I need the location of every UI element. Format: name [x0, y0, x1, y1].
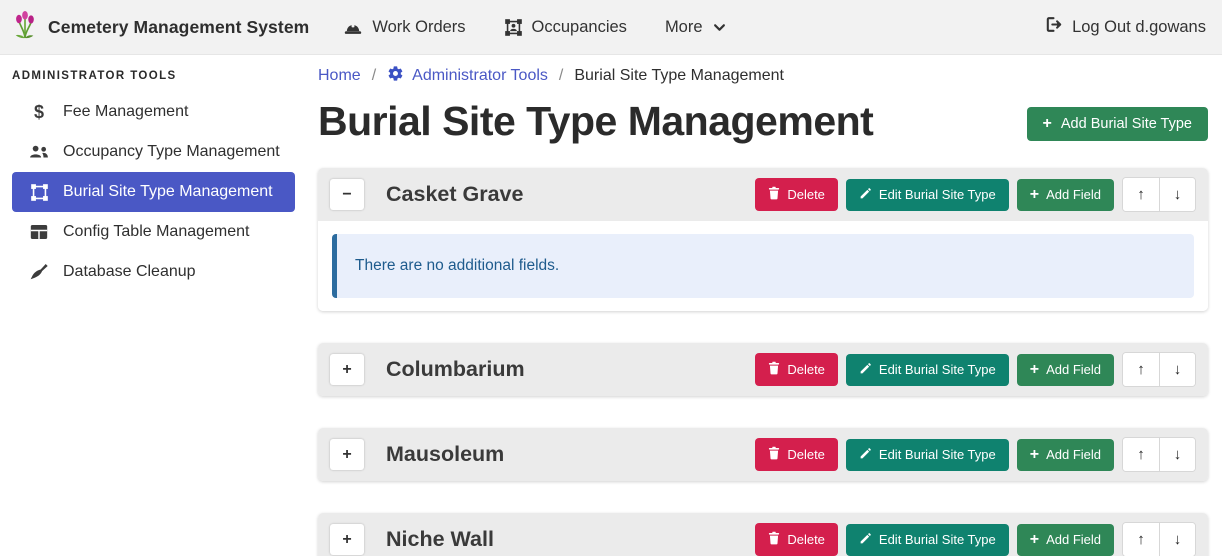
- panel-body: There are no additional fields.: [318, 221, 1208, 311]
- breadcrumb-admin-tools-link[interactable]: Administrator Tools: [387, 65, 548, 87]
- nav-item-label: More: [665, 18, 703, 37]
- nav-item-label: Occupancies: [532, 18, 627, 37]
- move-down-button[interactable]: ↓: [1159, 178, 1195, 211]
- burial-site-type-panel: + Mausoleum Delete Edit Burial Site Type…: [318, 428, 1208, 481]
- sidebar-heading: Administrator Tools: [0, 62, 310, 92]
- delete-button[interactable]: Delete: [755, 523, 838, 556]
- panel-header-niche-wall: + Niche Wall Delete Edit Burial Site Typ…: [318, 513, 1208, 556]
- add-field-button[interactable]: + Add Field: [1017, 524, 1114, 556]
- edit-burial-site-type-button[interactable]: Edit Burial Site Type: [846, 524, 1009, 556]
- plus-icon: +: [1030, 532, 1039, 548]
- breadcrumb-current: Burial Site Type Management: [574, 67, 784, 85]
- burial-site-type-panel: − Casket Grave Delete Edit Burial Site T…: [318, 168, 1208, 311]
- add-field-button[interactable]: + Add Field: [1017, 354, 1114, 386]
- table-icon: [28, 223, 50, 241]
- delete-button[interactable]: Delete: [755, 353, 838, 386]
- expand-button[interactable]: +: [330, 354, 364, 385]
- move-up-button[interactable]: ↑: [1123, 353, 1159, 386]
- edit-burial-site-type-button[interactable]: Edit Burial Site Type: [846, 179, 1009, 211]
- panel-title: Casket Grave: [386, 182, 523, 207]
- delete-button[interactable]: Delete: [755, 438, 838, 471]
- panel-title: Mausoleum: [386, 442, 504, 467]
- sidebar-item-label: Database Cleanup: [63, 263, 196, 281]
- brand[interactable]: Cemetery Management System: [12, 10, 309, 45]
- add-field-button[interactable]: + Add Field: [1017, 179, 1114, 211]
- collapse-button[interactable]: −: [330, 179, 364, 210]
- sidebar-item-burial-site-type[interactable]: Burial Site Type Management: [12, 172, 295, 212]
- sidebar-item-label: Burial Site Type Management: [63, 183, 273, 201]
- panel-title: Columbarium: [386, 357, 525, 382]
- trash-icon: [768, 186, 780, 203]
- nav-item-label: Work Orders: [372, 18, 465, 37]
- move-up-button[interactable]: ↑: [1123, 523, 1159, 556]
- plus-icon: +: [1030, 187, 1039, 203]
- sidebar-item-label: Config Table Management: [63, 223, 250, 241]
- panel-header-columbarium: + Columbarium Delete Edit Burial Site Ty…: [318, 343, 1208, 396]
- nav-item-more[interactable]: More: [665, 18, 727, 37]
- logout-label: Log Out d.gowans: [1072, 18, 1206, 37]
- breadcrumb-separator: /: [372, 67, 376, 85]
- broom-icon: [28, 263, 50, 281]
- page-title: Burial Site Type Management: [318, 98, 873, 145]
- trash-icon: [768, 361, 780, 378]
- tulip-logo-icon: [12, 10, 38, 45]
- add-burial-site-type-button[interactable]: + Add Burial Site Type: [1027, 107, 1208, 141]
- pencil-icon: [859, 362, 872, 378]
- breadcrumb-home-link[interactable]: Home: [318, 67, 361, 85]
- reorder-button-group: ↑ ↓: [1122, 352, 1196, 387]
- breadcrumb-separator: /: [559, 67, 563, 85]
- burial-site-type-panel: + Columbarium Delete Edit Burial Site Ty…: [318, 343, 1208, 396]
- add-field-button[interactable]: + Add Field: [1017, 439, 1114, 471]
- move-up-button[interactable]: ↑: [1123, 178, 1159, 211]
- logout-button[interactable]: Log Out d.gowans: [1044, 15, 1206, 39]
- sidebar-item-occupancy-type[interactable]: Occupancy Type Management: [12, 132, 295, 172]
- pencil-icon: [859, 187, 872, 203]
- panel-header-mausoleum: + Mausoleum Delete Edit Burial Site Type…: [318, 428, 1208, 481]
- delete-button[interactable]: Delete: [755, 178, 838, 211]
- sidebar-item-database-cleanup[interactable]: Database Cleanup: [12, 252, 295, 292]
- top-navbar: Cemetery Management System Work Orders: [0, 0, 1222, 55]
- chevron-down-icon: [712, 20, 727, 35]
- hard-hat-icon: [343, 18, 363, 36]
- reorder-button-group: ↑ ↓: [1122, 437, 1196, 472]
- breadcrumb: Home / Administrator Tools / Burial Site…: [318, 65, 1208, 87]
- trash-icon: [768, 531, 780, 548]
- move-down-button[interactable]: ↓: [1159, 523, 1195, 556]
- nav-item-work-orders[interactable]: Work Orders: [343, 18, 465, 37]
- vector-square-icon: [28, 183, 50, 202]
- gear-icon: [387, 65, 404, 87]
- sidebar: Administrator Tools $ Fee Management Occ…: [0, 55, 310, 556]
- sidebar-item-fee-management[interactable]: $ Fee Management: [12, 92, 295, 132]
- trash-icon: [768, 446, 780, 463]
- sidebar-item-label: Fee Management: [63, 103, 188, 121]
- edit-burial-site-type-button[interactable]: Edit Burial Site Type: [846, 439, 1009, 471]
- move-down-button[interactable]: ↓: [1159, 438, 1195, 471]
- logout-icon: [1044, 15, 1063, 39]
- expand-button[interactable]: +: [330, 524, 364, 555]
- burial-site-type-panel: + Niche Wall Delete Edit Burial Site Typ…: [318, 513, 1208, 556]
- reorder-button-group: ↑ ↓: [1122, 177, 1196, 212]
- panel-header-casket-grave: − Casket Grave Delete Edit Burial Site T…: [318, 168, 1208, 221]
- sidebar-item-config-table[interactable]: Config Table Management: [12, 212, 295, 252]
- pencil-icon: [859, 447, 872, 463]
- plus-icon: +: [1030, 447, 1039, 463]
- nav-item-occupancies[interactable]: Occupancies: [504, 18, 627, 37]
- plus-icon: +: [1030, 362, 1039, 378]
- users-icon: [28, 143, 50, 161]
- navbar-links: Work Orders Occupancies More: [343, 18, 726, 37]
- occupancy-icon: [504, 18, 523, 37]
- plus-icon: +: [1043, 116, 1052, 132]
- sidebar-item-label: Occupancy Type Management: [63, 143, 280, 161]
- dollar-icon: $: [28, 102, 50, 123]
- no-fields-alert: There are no additional fields.: [332, 234, 1194, 298]
- edit-burial-site-type-button[interactable]: Edit Burial Site Type: [846, 354, 1009, 386]
- pencil-icon: [859, 532, 872, 548]
- move-up-button[interactable]: ↑: [1123, 438, 1159, 471]
- reorder-button-group: ↑ ↓: [1122, 522, 1196, 556]
- expand-button[interactable]: +: [330, 439, 364, 470]
- move-down-button[interactable]: ↓: [1159, 353, 1195, 386]
- app-title: Cemetery Management System: [48, 17, 309, 38]
- main-content: Home / Administrator Tools / Burial Site…: [310, 55, 1222, 556]
- panel-title: Niche Wall: [386, 527, 494, 552]
